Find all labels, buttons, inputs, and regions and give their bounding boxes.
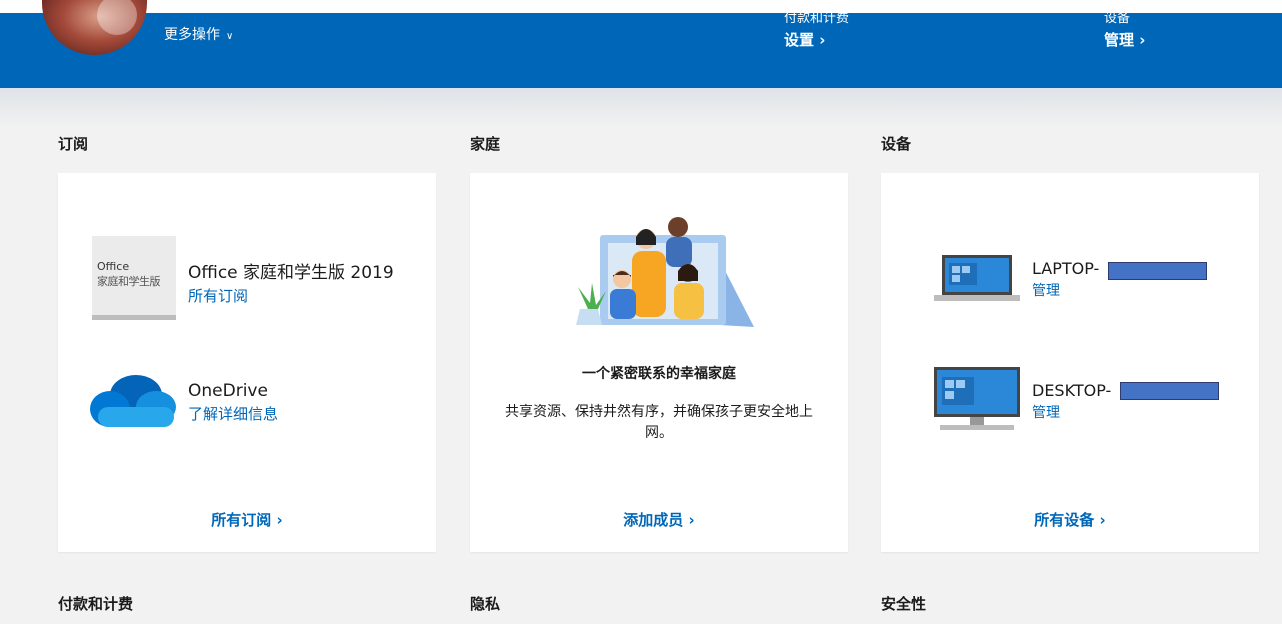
device-name: LAPTOP-: [1032, 259, 1100, 278]
section-title-family: 家庭: [470, 135, 501, 153]
header-billing: 付款和计费 设置 ›: [784, 11, 849, 50]
manage-desktop-link[interactable]: 管理: [1032, 402, 1111, 422]
family-illustration: [576, 217, 754, 327]
family-heading: 一个紧密联系的幸福家庭: [582, 366, 736, 382]
all-subscriptions-footer-link[interactable]: 所有订阅 ›: [58, 509, 436, 530]
section-title-privacy: 隐私: [470, 595, 501, 613]
office-product: Office 家庭和学生版 2019 所有订阅: [188, 258, 394, 306]
devices-card: LAPTOP- 管理 DESKTOP- 管理 所有设备 ›: [881, 173, 1259, 552]
product-name: OneDrive: [188, 381, 268, 401]
chevron-right-icon: ›: [688, 511, 695, 529]
office-product-icon: Office 家庭和学生版: [92, 236, 176, 320]
chevron-right-icon: ›: [819, 31, 826, 49]
redaction-bar: [1120, 382, 1219, 400]
onedrive-product: OneDrive 了解详细信息: [188, 381, 278, 424]
more-actions-label: 更多操作: [164, 27, 220, 43]
section-title-devices: 设备: [881, 135, 912, 153]
header-devices: 设备 管理 ›: [1104, 11, 1145, 50]
desktop-icon: [934, 367, 1020, 430]
header-devices-manage-link[interactable]: 管理 ›: [1104, 29, 1145, 50]
section-title-security: 安全性: [881, 595, 927, 613]
account-header: 更多操作 ∨ 付款和计费 设置 › 设备 管理 ›: [0, 0, 1282, 88]
header-devices-title: 设备: [1104, 11, 1131, 26]
product-name: Office 家庭和学生版 2019: [188, 263, 394, 283]
device-laptop: LAPTOP- 管理: [1032, 259, 1099, 300]
header-shadow: [0, 88, 1282, 128]
learn-more-link[interactable]: 了解详细信息: [188, 403, 278, 424]
all-subscriptions-link[interactable]: 所有订阅: [188, 285, 394, 306]
chevron-right-icon: ›: [1139, 31, 1146, 49]
header-billing-settings-link[interactable]: 设置 ›: [784, 29, 849, 50]
chevron-down-icon: ∨: [226, 31, 234, 42]
onedrive-cloud-icon: [90, 375, 176, 427]
avatar[interactable]: [42, 0, 147, 55]
family-description: 共享资源、保持井然有序，并确保孩子更安全地上网。: [505, 404, 813, 441]
browser-top-strip: [0, 0, 1282, 14]
redaction-bar: [1108, 262, 1207, 280]
chevron-right-icon: ›: [1099, 511, 1106, 529]
add-member-link[interactable]: 添加成员 ›: [470, 509, 848, 530]
family-card: 一个紧密联系的幸福家庭 共享资源、保持井然有序，并确保孩子更安全地上网。 添加成…: [470, 173, 848, 552]
section-title-billing: 付款和计费: [58, 595, 134, 613]
device-desktop: DESKTOP- 管理: [1032, 381, 1111, 422]
more-actions-button[interactable]: 更多操作 ∨: [164, 24, 233, 44]
manage-laptop-link[interactable]: 管理: [1032, 280, 1099, 300]
all-devices-link[interactable]: 所有设备 ›: [881, 509, 1259, 530]
subscriptions-card: Office 家庭和学生版 Office 家庭和学生版 2019 所有订阅 On…: [58, 173, 436, 552]
chevron-right-icon: ›: [276, 511, 283, 529]
laptop-icon: [934, 255, 1020, 301]
device-name: DESKTOP-: [1032, 381, 1112, 400]
section-title-subscriptions: 订阅: [58, 135, 89, 153]
header-billing-title: 付款和计费: [784, 11, 850, 26]
